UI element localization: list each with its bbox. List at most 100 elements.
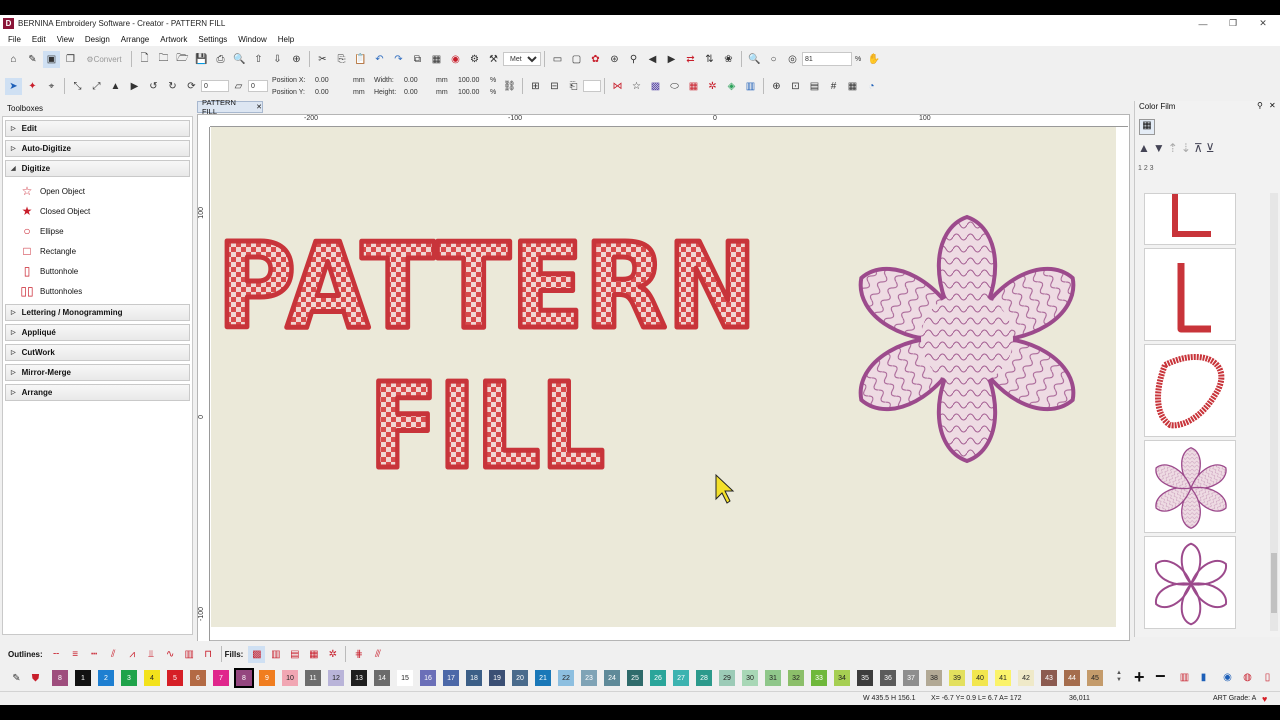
color-swatch[interactable]: 30 (742, 670, 758, 686)
reduce-colors-icon[interactable]: ▯ (1259, 669, 1276, 686)
toolbox-lettering[interactable]: ▷ Lettering / Monogramming (5, 304, 190, 321)
zoom-input[interactable] (802, 52, 852, 66)
open-icon[interactable]: 🗁 (174, 51, 191, 68)
color-scheme-icon[interactable]: ◍ (1239, 669, 1256, 686)
film-item[interactable] (1144, 248, 1236, 341)
color-swatch[interactable]: 33 (811, 670, 827, 686)
film-view-icon[interactable]: ▦ (1139, 119, 1155, 135)
pencil-icon[interactable]: ✎ (24, 51, 41, 68)
scale-height-value[interactable]: 100.00 (458, 89, 490, 96)
triple-stitch-icon[interactable]: ≡ (67, 646, 84, 663)
skew-icon[interactable]: ▱ (230, 78, 247, 95)
toolbox-applique[interactable]: ▷ Appliqué (5, 324, 190, 341)
mirror-vertical-icon[interactable]: ▶ (126, 78, 143, 95)
menu-arrange[interactable]: Arrange (121, 35, 149, 44)
color-swatch[interactable]: 14 (374, 670, 390, 686)
blackwork-icon[interactable]: ⫻ (369, 646, 386, 663)
units-select[interactable]: Metric (503, 52, 541, 66)
zoom-in-icon[interactable]: ◎ (784, 51, 801, 68)
design-text-line1[interactable]: PATTERN (215, 215, 760, 358)
color-swatch[interactable]: 21 (535, 670, 551, 686)
pin-panel-icon[interactable]: ⚲ (1257, 101, 1263, 110)
color-swatch[interactable]: 40 (972, 670, 988, 686)
resize-icon[interactable]: ⤡ (69, 78, 86, 95)
film-scrollbar[interactable] (1270, 193, 1278, 631)
satin-outline-icon[interactable]: ⫽ (105, 646, 122, 663)
film-item[interactable] (1144, 344, 1236, 437)
trace-icon[interactable]: ◈ (723, 78, 740, 95)
sequence-icon[interactable]: ⇄ (682, 51, 699, 68)
play-back-icon[interactable]: ◀ (644, 51, 661, 68)
color-swatch[interactable]: 29 (719, 670, 735, 686)
color-swatch[interactable]: 36 (880, 670, 896, 686)
palette-scroll[interactable]: ▲ ▼ (1116, 670, 1122, 684)
sequence-icon[interactable]: 1 2 3 (1138, 165, 1154, 172)
design-icon[interactable]: ✿ (587, 51, 604, 68)
menu-design[interactable]: Design (85, 35, 110, 44)
color-swatch[interactable]: 39 (949, 670, 965, 686)
color-swatch[interactable]: 10 (282, 670, 298, 686)
windows-icon[interactable]: ❐ (62, 51, 79, 68)
color-swatch[interactable]: 25 (627, 670, 643, 686)
grid-icon[interactable]: # (825, 78, 842, 95)
eyedropper-icon[interactable]: ✎ (8, 670, 25, 687)
color-swatch[interactable]: 12 (328, 670, 344, 686)
color-swatch[interactable]: 27 (673, 670, 689, 686)
cross-stitch-icon[interactable]: ⋕ (350, 646, 367, 663)
toolbox-mirror-merge[interactable]: ▷ Mirror-Merge (5, 364, 190, 381)
minimize-button[interactable]: — (1188, 15, 1218, 32)
candlewick-icon[interactable]: ▥ (181, 646, 198, 663)
menu-artwork[interactable]: Artwork (160, 35, 187, 44)
pattern-icon[interactable]: ▦ (685, 78, 702, 95)
open-folder-icon[interactable]: 🗀 (155, 51, 172, 68)
color-swatch[interactable]: 20 (512, 670, 528, 686)
align-icon[interactable]: ⊞ (527, 78, 544, 95)
color-swatch[interactable]: 31 (765, 670, 781, 686)
color-swatch[interactable]: 4 (144, 670, 160, 686)
tool-rectangle[interactable]: □ Rectangle (3, 241, 192, 261)
color-swatch[interactable]: 38 (926, 670, 942, 686)
zoom-out-icon[interactable]: ○ (765, 51, 782, 68)
color-swatch[interactable]: 8 (52, 670, 68, 686)
pattern-fill-icon[interactable]: ▩ (248, 645, 266, 663)
toolbox-arrange[interactable]: ▷ Arrange (5, 384, 190, 401)
menu-edit[interactable]: Edit (32, 35, 46, 44)
settings-gear-icon[interactable]: ⚙ (466, 51, 483, 68)
color-bucket-icon[interactable]: ⛊ (27, 670, 44, 687)
add-color-icon[interactable]: + (1134, 667, 1145, 688)
home-icon[interactable]: ⌂ (5, 51, 22, 68)
color-swatch[interactable]: 41 (995, 670, 1011, 686)
play-forward-icon[interactable]: ▶ (663, 51, 680, 68)
rotate-left-icon[interactable]: ↺ (145, 78, 162, 95)
position-y-value[interactable]: 0.00 (315, 89, 353, 96)
scale-width-value[interactable]: 100.00 (458, 77, 490, 84)
film-scrollbar-thumb[interactable] (1271, 553, 1277, 613)
new-file-icon[interactable]: 🗋 (136, 51, 153, 68)
toolbox-edit[interactable]: ▷ Edit (5, 120, 190, 137)
maximize-button[interactable]: ❐ (1218, 15, 1248, 32)
color-swatch[interactable]: 5 (167, 670, 183, 686)
color-swatch[interactable]: 17 (443, 670, 459, 686)
measure-icon[interactable]: ⊡ (787, 78, 804, 95)
copy-props-icon[interactable]: ⎗ (565, 78, 582, 95)
stitch-player-icon[interactable]: ⚲ (625, 51, 642, 68)
menu-view[interactable]: View (57, 35, 74, 44)
color-swatch[interactable]: 6 (190, 670, 206, 686)
tools-icon[interactable]: ⚒ (485, 51, 502, 68)
tool-ellipse[interactable]: ○ Ellipse (3, 221, 192, 241)
color-swatch[interactable]: 22 (558, 670, 574, 686)
move-last-icon[interactable]: ▼ (1153, 141, 1165, 155)
color-swatch[interactable]: 43 (1041, 670, 1057, 686)
color-swatch[interactable]: 9 (259, 670, 275, 686)
undo-icon[interactable]: ↶ (371, 51, 388, 68)
motif-fill-icon[interactable]: ✲ (324, 646, 341, 663)
color-swatch[interactable]: 19 (489, 670, 505, 686)
height-value[interactable]: 0.00 (404, 89, 436, 96)
color-swatch[interactable]: 11 (305, 670, 321, 686)
cut-icon[interactable]: ✂ (314, 51, 331, 68)
color-swatch[interactable]: 45 (1087, 670, 1103, 686)
convert-button[interactable]: ⚙ Convert (81, 51, 127, 68)
color-swatch[interactable]: 1 (75, 670, 91, 686)
export-icon[interactable]: ⇧ (250, 51, 267, 68)
film-item[interactable] (1144, 193, 1236, 245)
